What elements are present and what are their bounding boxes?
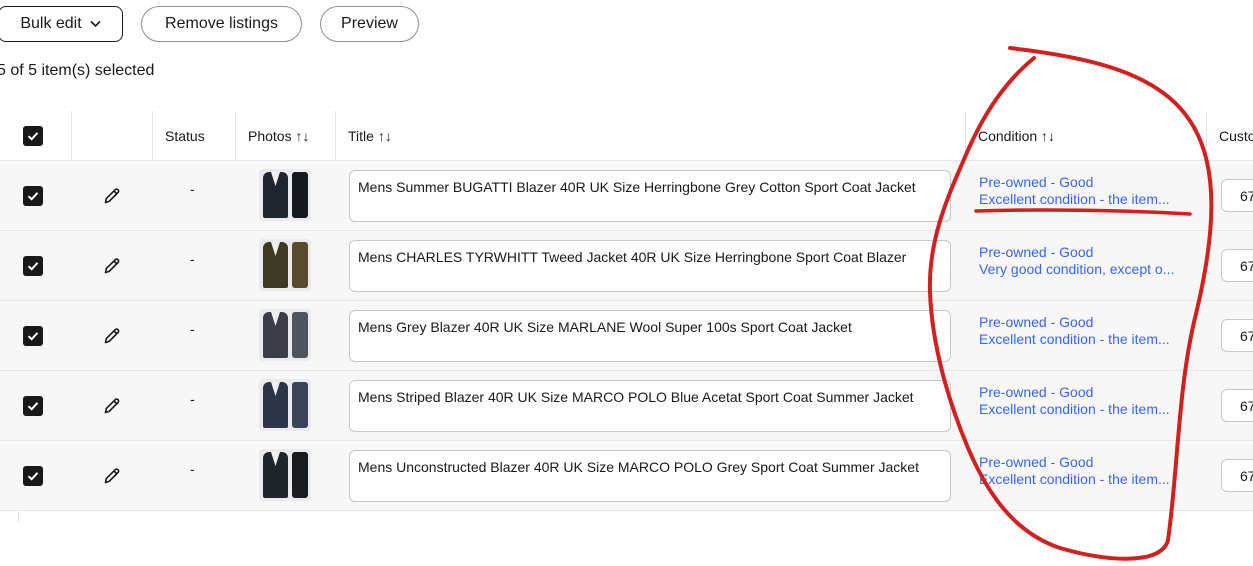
custom-label-input[interactable]: 67 (1221, 319, 1253, 352)
selection-count: 5 of 5 item(s) selected (0, 62, 155, 79)
column-header-photos[interactable]: Photos ↑↓ (248, 111, 309, 160)
row-checkbox[interactable] (23, 396, 43, 416)
status-value: - (190, 181, 195, 197)
condition-link[interactable]: Pre-owned - Good Excellent condition - th… (979, 314, 1170, 348)
listing-photo[interactable] (259, 169, 311, 221)
custom-label-input[interactable]: 67 (1221, 389, 1253, 422)
table-row: - Mens CHARLES TYRWHITT Tweed Jacket 40R … (0, 230, 1253, 300)
title-input[interactable]: Mens Striped Blazer 40R UK Size MARCO PO… (349, 380, 951, 432)
row-checkbox[interactable] (23, 466, 43, 486)
custom-label-input[interactable]: 67 (1221, 459, 1253, 492)
condition-grade: Pre-owned - Good (979, 384, 1094, 400)
listing-photo[interactable] (259, 309, 311, 361)
checkmark-icon (27, 472, 39, 481)
status-value: - (190, 391, 195, 407)
checkmark-icon (27, 332, 39, 341)
condition-link[interactable]: Pre-owned - Good Excellent condition - th… (979, 174, 1170, 208)
toolbar: Bulk edit Remove listings Preview (0, 6, 419, 42)
title-input[interactable]: Mens Unconstructed Blazer 40R UK Size MA… (349, 450, 951, 502)
listing-photo[interactable] (259, 239, 311, 291)
status-value: - (190, 321, 195, 337)
bulk-edit-button[interactable]: Bulk edit (0, 6, 123, 42)
table-row: - Mens Summer BUGATTI Blazer 40R UK Size … (0, 160, 1253, 230)
condition-description: Excellent condition - the item... (979, 471, 1170, 487)
pencil-icon[interactable] (102, 326, 122, 346)
condition-grade: Pre-owned - Good (979, 454, 1094, 470)
custom-label-input[interactable]: 67 (1221, 179, 1253, 212)
condition-link[interactable]: Pre-owned - Good Very good condition, exc… (979, 244, 1174, 278)
checkmark-icon (27, 132, 39, 141)
condition-description: Excellent condition - the item... (979, 191, 1170, 207)
table-row: - Mens Striped Blazer 40R UK Size MARCO P… (0, 370, 1253, 440)
condition-grade: Pre-owned - Good (979, 174, 1094, 190)
condition-description: Very good condition, except o... (979, 261, 1175, 277)
row-checkbox[interactable] (23, 326, 43, 346)
chevron-down-icon (90, 19, 101, 31)
row-checkbox[interactable] (23, 256, 43, 276)
remove-listings-button[interactable]: Remove listings (141, 6, 302, 42)
checkmark-icon (27, 402, 39, 411)
title-input[interactable]: Mens Summer BUGATTI Blazer 40R UK Size H… (349, 170, 951, 222)
condition-link[interactable]: Pre-owned - Good Excellent condition - th… (979, 384, 1170, 418)
checkmark-icon (27, 192, 39, 201)
row-checkbox[interactable] (23, 186, 43, 206)
bulk-edit-label: Bulk edit (20, 15, 82, 32)
condition-description: Excellent condition - the item... (979, 331, 1170, 347)
pencil-icon[interactable] (102, 396, 122, 416)
title-input[interactable]: Mens Grey Blazer 40R UK Size MARLANE Woo… (349, 310, 951, 362)
table-row: - Mens Grey Blazer 40R UK Size MARLANE Wo… (0, 300, 1253, 370)
title-input[interactable]: Mens CHARLES TYRWHITT Tweed Jacket 40R U… (349, 240, 951, 292)
column-header-title[interactable]: Title ↑↓ (348, 111, 392, 160)
condition-link[interactable]: Pre-owned - Good Excellent condition - th… (979, 454, 1170, 488)
column-header-condition[interactable]: Condition ↑↓ (978, 111, 1055, 160)
listing-photo[interactable] (259, 379, 311, 431)
preview-button[interactable]: Preview (320, 6, 419, 42)
condition-grade: Pre-owned - Good (979, 244, 1094, 260)
table-row: - Mens Unconstructed Blazer 40R UK Size M… (0, 440, 1253, 510)
condition-grade: Pre-owned - Good (979, 314, 1094, 330)
status-value: - (190, 461, 195, 477)
column-header-custom[interactable]: Custo (1219, 111, 1253, 160)
select-all-checkbox[interactable] (23, 126, 43, 146)
table-bottom-tick (18, 510, 19, 522)
column-header-status: Status (165, 127, 205, 144)
checkmark-icon (27, 262, 39, 271)
pencil-icon[interactable] (102, 256, 122, 276)
pencil-icon[interactable] (102, 186, 122, 206)
listing-photo[interactable] (259, 449, 311, 501)
table-bottom-border (0, 510, 1253, 511)
status-value: - (190, 251, 195, 267)
pencil-icon[interactable] (102, 466, 122, 486)
custom-label-input[interactable]: 67 (1221, 249, 1253, 282)
condition-description: Excellent condition - the item... (979, 401, 1170, 417)
